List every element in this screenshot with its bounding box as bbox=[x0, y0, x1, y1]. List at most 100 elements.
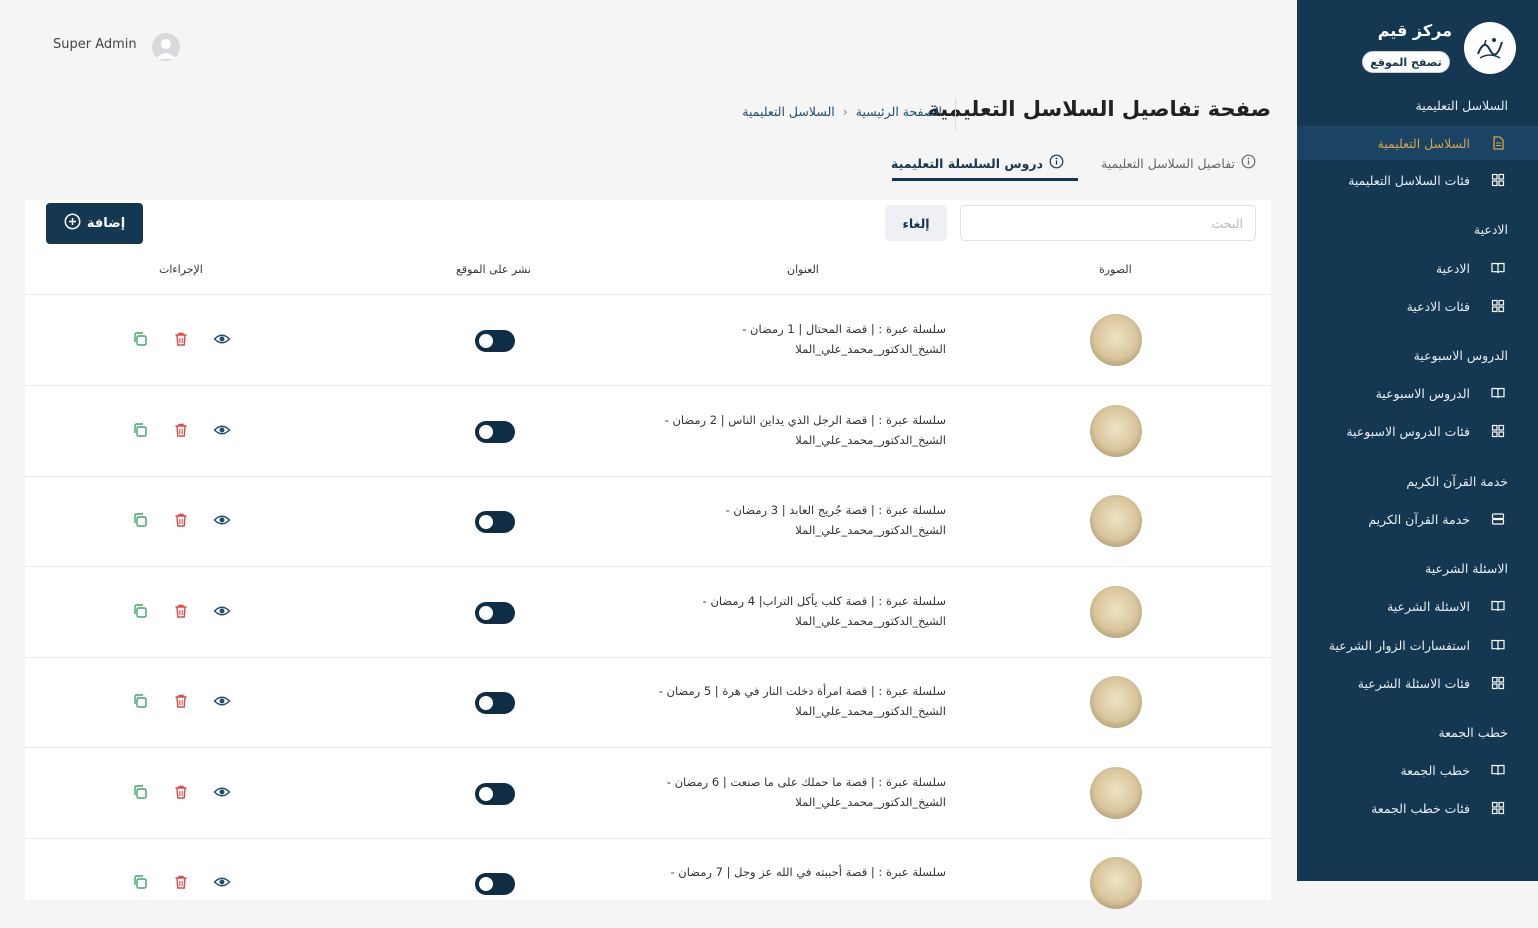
sidebar-item-label: استفسارات الزوار الشرعية bbox=[1328, 637, 1470, 653]
sidebar-item-sermon-categories[interactable]: فئات خطب الجمعة bbox=[1297, 791, 1538, 825]
copy-icon[interactable] bbox=[130, 782, 150, 802]
book-icon bbox=[1490, 260, 1506, 276]
eye-icon[interactable] bbox=[212, 782, 232, 802]
sidebar-item-label: خطب الجمعة bbox=[1400, 762, 1470, 778]
tab-label: دروس السلسلة التعليمية bbox=[891, 155, 1043, 171]
plus-circle-icon bbox=[64, 213, 81, 234]
copy-icon[interactable] bbox=[130, 601, 150, 621]
copy-icon[interactable] bbox=[130, 420, 150, 440]
sidebar-item-question-categories[interactable]: فئات الاسئلة الشرعية bbox=[1297, 666, 1538, 700]
search-input[interactable] bbox=[960, 205, 1256, 241]
lesson-title-line1: سلسلة عبرة : | قصة المحتال | 1 رمضان - bbox=[742, 322, 946, 336]
sidebar-item-educational-series[interactable]: السلاسل التعليمية bbox=[1297, 126, 1538, 160]
add-button[interactable]: إضافة bbox=[46, 203, 143, 244]
sidebar-item-label: الدروس الاسبوعية bbox=[1375, 385, 1470, 401]
tab-label: تفاصيل السلاسل التعليمية bbox=[1101, 155, 1235, 171]
add-label: إضافة bbox=[86, 216, 126, 231]
sidebar-item-friday-sermons[interactable]: خطب الجمعة bbox=[1297, 753, 1538, 787]
document-icon bbox=[1490, 135, 1506, 151]
copy-icon[interactable] bbox=[130, 872, 150, 892]
section-educational-series: السلاسل التعليمية bbox=[1415, 98, 1509, 113]
lesson-thumbnail bbox=[1090, 676, 1142, 728]
section-weekly-lessons: الدروس الاسبوعية bbox=[1413, 348, 1508, 363]
sidebar-item-weekly-lessons[interactable]: الدروس الاسبوعية bbox=[1297, 376, 1538, 410]
breadcrumb-current[interactable]: السلاسل التعليمية bbox=[742, 104, 835, 119]
column-header-title: العنوان bbox=[787, 263, 819, 276]
copy-icon[interactable] bbox=[130, 691, 150, 711]
sidebar-item-series-categories[interactable]: فئات السلاسل التعليمية bbox=[1297, 163, 1538, 197]
browse-site-button[interactable]: تصفح الموقع bbox=[1362, 51, 1450, 73]
sidebar-item-sharia-questions[interactable]: الاسئلة الشرعية bbox=[1297, 589, 1538, 623]
lesson-thumbnail bbox=[1090, 767, 1142, 819]
publish-toggle[interactable] bbox=[475, 330, 515, 352]
publish-toggle[interactable] bbox=[475, 511, 515, 533]
lesson-thumbnail bbox=[1090, 586, 1142, 638]
user-name[interactable]: Super Admin bbox=[53, 37, 137, 52]
trash-icon[interactable] bbox=[171, 601, 191, 621]
lesson-title-line1: سلسلة عبرة : | قصة ما حملك على ما صنعت |… bbox=[666, 775, 946, 789]
publish-toggle[interactable] bbox=[475, 602, 515, 624]
trash-icon[interactable] bbox=[171, 872, 191, 892]
info-icon bbox=[1241, 154, 1256, 172]
publish-toggle[interactable] bbox=[475, 873, 515, 895]
copy-icon[interactable] bbox=[130, 329, 150, 349]
trash-icon[interactable] bbox=[171, 420, 191, 440]
lesson-thumbnail bbox=[1090, 857, 1142, 909]
eye-icon[interactable] bbox=[212, 601, 232, 621]
eye-icon[interactable] bbox=[212, 329, 232, 349]
sidebar: مركز قيم تصفح الموقع السلاسل التعليمية ا… bbox=[1297, 0, 1538, 881]
page-title: صفحة تفاصيل السلاسل التعليمية bbox=[927, 97, 1271, 121]
column-header-actions: الإجراءات bbox=[159, 263, 203, 276]
lesson-title-line2: الشيخ_الدكتور_محمد_علي_الملا bbox=[795, 795, 946, 809]
sidebar-item-supplications[interactable]: الادعية bbox=[1297, 251, 1538, 285]
breadcrumb: الصفحة الرئيسية ‹ السلاسل التعليمية bbox=[742, 104, 942, 119]
eye-icon[interactable] bbox=[212, 872, 232, 892]
lesson-title-line1: سلسلة عبرة : | قصة الرجل الذي يداين النا… bbox=[664, 413, 946, 427]
table-row: سلسلة عبرة : | قصة أحببته في الله عز وجل… bbox=[25, 838, 1271, 928]
sidebar-item-quran-service[interactable]: خدمة القرآن الكريم bbox=[1297, 502, 1538, 536]
copy-icon[interactable] bbox=[130, 510, 150, 530]
table-row: سلسلة عبرة : | قصة جُريج العابد | 3 رمضا… bbox=[25, 476, 1271, 567]
logo[interactable] bbox=[1464, 22, 1516, 74]
sidebar-item-label: فئات خطب الجمعة bbox=[1371, 800, 1470, 816]
section-supplications: الادعية bbox=[1473, 222, 1508, 237]
cancel-button[interactable]: إلغاء bbox=[885, 205, 947, 241]
column-header-image: الصورة bbox=[1099, 263, 1132, 276]
trash-icon[interactable] bbox=[171, 691, 191, 711]
trash-icon[interactable] bbox=[171, 782, 191, 802]
eye-icon[interactable] bbox=[212, 510, 232, 530]
active-tab-indicator bbox=[892, 178, 1078, 181]
sidebar-item-label: فئات الاسئلة الشرعية bbox=[1357, 675, 1470, 691]
book-icon bbox=[1490, 637, 1506, 653]
breadcrumb-home[interactable]: الصفحة الرئيسية bbox=[856, 104, 942, 119]
publish-toggle[interactable] bbox=[475, 421, 515, 443]
publish-toggle[interactable] bbox=[475, 783, 515, 805]
lesson-title-line2: الشيخ_الدكتور_محمد_علي_الملا bbox=[795, 704, 946, 718]
tab-series-details[interactable]: تفاصيل السلاسل التعليمية bbox=[1101, 154, 1256, 172]
lesson-title-line1: سلسلة عبرة : | قصة كلب يأكل التراب| 4 رم… bbox=[702, 594, 946, 608]
chevron-left-icon: ‹ bbox=[842, 104, 848, 119]
lesson-title-line1: سلسلة عبرة : | قصة أحببته في الله عز وجل… bbox=[670, 865, 947, 879]
avatar[interactable] bbox=[152, 33, 180, 61]
tab-series-lessons[interactable]: دروس السلسلة التعليمية bbox=[891, 154, 1064, 172]
sidebar-item-label: فئات الادعية bbox=[1406, 298, 1470, 314]
eye-icon[interactable] bbox=[212, 691, 232, 711]
book-icon bbox=[1490, 385, 1506, 401]
calligraphy-logo-icon bbox=[1477, 38, 1503, 59]
lesson-title: سلسلة عبرة : | قصة الرجل الذي يداين النا… bbox=[606, 410, 946, 450]
lesson-title: سلسلة عبرة : | قصة جُريج العابد | 3 رمضا… bbox=[606, 500, 946, 540]
lesson-title-line2: الشيخ_الدكتور_محمد_علي_الملا bbox=[795, 523, 946, 537]
sidebar-item-visitor-inquiries[interactable]: استفسارات الزوار الشرعية bbox=[1297, 628, 1538, 662]
trash-icon[interactable] bbox=[171, 510, 191, 530]
trash-icon[interactable] bbox=[171, 329, 191, 349]
section-quran-service: خدمة القرآن الكريم bbox=[1406, 474, 1508, 489]
lessons-card: إضافة إلغاء الصورة العنوان نشر على الموق… bbox=[25, 200, 1271, 909]
lesson-title: سلسلة عبرة : | قصة كلب يأكل التراب| 4 رم… bbox=[606, 591, 946, 631]
sidebar-item-supplication-categories[interactable]: فئات الادعية bbox=[1297, 289, 1538, 323]
grid-icon bbox=[1490, 675, 1506, 691]
sidebar-item-weekly-lesson-categories[interactable]: فئات الدروس الاسبوعية bbox=[1297, 414, 1538, 448]
publish-toggle[interactable] bbox=[475, 692, 515, 714]
table-row: سلسلة عبرة : | قصة الرجل الذي يداين النا… bbox=[25, 386, 1271, 477]
eye-icon[interactable] bbox=[212, 420, 232, 440]
section-friday-sermons: خطب الجمعة bbox=[1438, 725, 1508, 740]
